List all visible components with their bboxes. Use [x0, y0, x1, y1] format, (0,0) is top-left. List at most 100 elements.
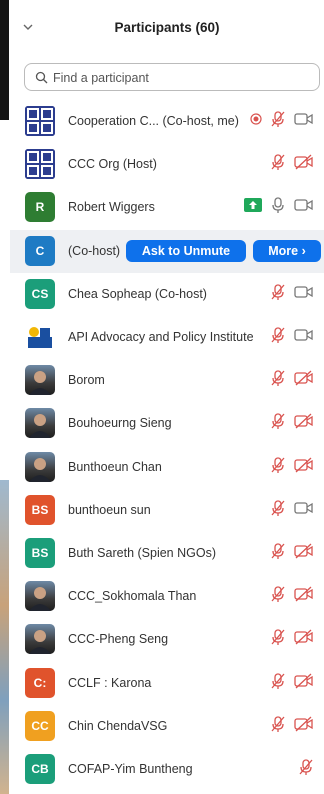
status-icons: [270, 326, 314, 349]
participant-name: API Advocacy and Policy Institute: [68, 330, 254, 344]
status-icons: [270, 283, 314, 306]
participant-row[interactable]: CC Chin ChendaVSG: [10, 705, 324, 748]
participant-row[interactable]: R Robert Wiggers: [10, 186, 324, 229]
photo-avatar: [25, 408, 55, 438]
video-on-icon[interactable]: [294, 198, 314, 217]
background-window-strip: [0, 0, 9, 794]
video-off-icon[interactable]: [294, 716, 314, 737]
participant-name: COFAP-Yim Buntheng: [68, 762, 193, 776]
video-off-icon[interactable]: [294, 543, 314, 564]
mic-muted-icon[interactable]: [270, 369, 286, 392]
photo-avatar: [25, 624, 55, 654]
status-icons: [270, 412, 314, 435]
status-icons: [270, 542, 314, 565]
panel-header: Participants (60): [10, 0, 324, 58]
mic-on-icon[interactable]: [270, 196, 286, 219]
video-off-icon[interactable]: [294, 673, 314, 694]
participant-name: CCC-Pheng Seng: [68, 632, 169, 646]
video-off-icon[interactable]: [294, 370, 314, 391]
participant-row[interactable]: Borom: [10, 359, 324, 402]
video-off-icon[interactable]: [294, 629, 314, 650]
status-icons: [270, 153, 314, 176]
participant-name: Buth Sareth (Spien NGOs): [68, 546, 216, 560]
initials-avatar: C:: [25, 668, 55, 698]
mic-muted-icon[interactable]: [270, 110, 286, 133]
mic-muted-icon[interactable]: [270, 672, 286, 695]
initials-avatar: R: [25, 192, 55, 222]
mic-muted-icon[interactable]: [270, 499, 286, 522]
api-logo-avatar: [25, 322, 55, 352]
status-icons: [270, 672, 314, 695]
mic-muted-icon[interactable]: [270, 456, 286, 479]
participant-name: (Co-host): [68, 244, 121, 258]
mic-muted-icon[interactable]: [270, 326, 286, 349]
status-icons: [244, 196, 314, 219]
photo-avatar: [25, 452, 55, 482]
search-box[interactable]: [24, 63, 320, 91]
status-icons: [250, 110, 314, 133]
participant-row[interactable]: C: CCLF : Karona: [10, 662, 324, 705]
mic-muted-icon[interactable]: [270, 542, 286, 565]
video-off-icon[interactable]: [294, 586, 314, 607]
mic-muted-icon[interactable]: [270, 153, 286, 176]
participant-row[interactable]: Cooperation C... (Co-host, me): [10, 100, 324, 143]
initials-avatar: C: [25, 236, 55, 266]
participant-name: CCC_Sokhomala Than: [68, 589, 197, 603]
participant-row[interactable]: BS Buth Sareth (Spien NGOs): [10, 532, 324, 575]
video-on-icon[interactable]: [294, 501, 314, 520]
ccc-logo-avatar: [25, 106, 55, 136]
initials-avatar: CC: [25, 711, 55, 741]
video-off-icon[interactable]: [294, 154, 314, 175]
initials-avatar: BS: [25, 538, 55, 568]
initials-avatar: BS: [25, 495, 55, 525]
mic-muted-icon[interactable]: [270, 412, 286, 435]
participant-name: Bunthoeun Chan: [68, 460, 162, 474]
participant-row[interactable]: CS Chea Sopheap (Co-host): [10, 273, 324, 316]
video-off-icon[interactable]: [294, 413, 314, 434]
participant-name: Robert Wiggers: [68, 200, 155, 214]
participant-row[interactable]: CCC Org (Host): [10, 143, 324, 186]
participant-name: Cooperation C... (Co-host, me): [68, 114, 239, 128]
search-input[interactable]: [51, 67, 315, 89]
recording-icon[interactable]: [250, 112, 262, 130]
status-icons: [270, 585, 314, 608]
participants-panel: Participants (60) Cooperation C... (Co-h…: [10, 0, 324, 794]
video-off-icon[interactable]: [294, 457, 314, 478]
status-icons: [270, 628, 314, 651]
share-screen-icon[interactable]: [244, 197, 262, 217]
participant-row[interactable]: BS bunthoeun sun: [10, 489, 324, 532]
video-on-icon[interactable]: [294, 285, 314, 304]
ask-to-unmute-button[interactable]: Ask to Unmute: [126, 240, 246, 262]
participant-row[interactable]: CB COFAP-Yim Buntheng: [10, 748, 324, 791]
video-on-icon[interactable]: [294, 328, 314, 347]
status-icons: [270, 715, 314, 738]
participant-row[interactable]: Bouhoeurng Sieng: [10, 402, 324, 445]
mic-muted-icon[interactable]: [270, 715, 286, 738]
photo-avatar: [25, 581, 55, 611]
status-icons: [270, 499, 314, 522]
video-on-icon[interactable]: [294, 112, 314, 131]
mic-muted-icon[interactable]: [270, 585, 286, 608]
mic-muted-icon[interactable]: [298, 758, 314, 781]
initials-avatar: CS: [25, 279, 55, 309]
background-photo-area: [0, 480, 9, 794]
participant-row[interactable]: CCC_Sokhomala Than: [10, 575, 324, 618]
panel-title: Participants (60): [114, 20, 220, 35]
more-button[interactable]: More ›: [253, 240, 321, 262]
status-icons: [270, 456, 314, 479]
mic-muted-icon[interactable]: [270, 628, 286, 651]
participant-row[interactable]: Bunthoeun Chan: [10, 446, 324, 489]
mic-muted-icon[interactable]: [270, 283, 286, 306]
status-icons: [270, 369, 314, 392]
participant-row[interactable]: CCC-Pheng Seng: [10, 618, 324, 661]
search-icon: [35, 71, 48, 84]
participant-row[interactable]: API Advocacy and Policy Institute: [10, 316, 324, 359]
photo-avatar: [25, 365, 55, 395]
participant-name: CCC Org (Host): [68, 157, 157, 171]
participant-row[interactable]: C (Co-host) Ask to Unmute More ›: [10, 230, 324, 273]
participant-name: Borom: [68, 373, 105, 387]
background-dark-area: [0, 0, 9, 120]
participant-name: CCLF : Karona: [68, 676, 152, 690]
status-icons: [298, 758, 314, 781]
participant-name: Bouhoeurng Sieng: [68, 416, 172, 430]
